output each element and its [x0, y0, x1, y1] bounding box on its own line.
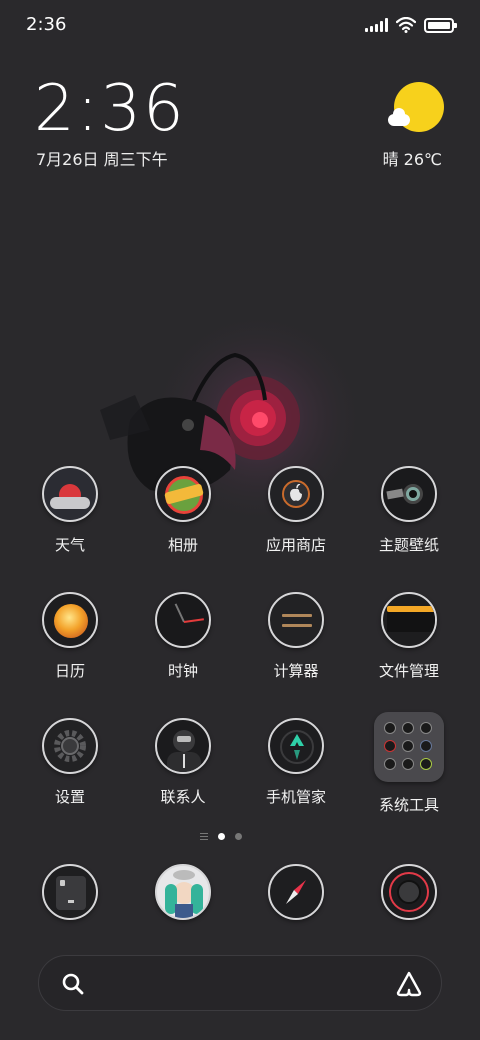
page-indicator[interactable]: [200, 830, 280, 842]
wifi-icon: [396, 17, 416, 33]
app-label: 时钟: [167, 662, 198, 680]
browser-compass-icon: [268, 864, 324, 920]
folder-system-tools[interactable]: 系统工具: [349, 712, 469, 815]
gallery-icon: [155, 466, 211, 522]
app-settings[interactable]: 设置: [10, 718, 130, 807]
app-label: 日历: [54, 662, 85, 680]
status-icons: [365, 15, 457, 35]
status-time: 2:36: [26, 14, 67, 35]
dock-phone[interactable]: [10, 864, 130, 920]
app-label: 系统工具: [378, 796, 439, 814]
sun-with-cloud-icon[interactable]: [388, 82, 446, 138]
file-manager-icon: [381, 592, 437, 648]
app-label: 计算器: [273, 662, 319, 680]
dock-browser[interactable]: [236, 864, 356, 920]
calculator-icon: [268, 592, 324, 648]
search-icon[interactable]: [61, 972, 85, 996]
status-bar: 2:36: [0, 0, 480, 50]
messages-icon: [155, 864, 211, 920]
app-file-manager[interactable]: 文件管理: [349, 592, 469, 681]
app-themes[interactable]: 主题壁纸: [349, 466, 469, 555]
page-indicator-dot-active: [218, 832, 225, 840]
assistant-icon[interactable]: [395, 970, 423, 998]
app-label: 天气: [54, 536, 85, 554]
phone-icon: [42, 864, 98, 920]
camera-icon: [381, 864, 437, 920]
clock-widget-time[interactable]: 2:36: [34, 72, 186, 146]
security-icon: [268, 718, 324, 774]
app-store-icon: [268, 466, 324, 522]
page-indicator-dot: [235, 832, 242, 840]
app-calculator[interactable]: 计算器: [236, 592, 356, 681]
app-contacts[interactable]: 联系人: [123, 718, 243, 807]
clock-icon: [155, 592, 211, 648]
app-label: 应用商店: [265, 536, 326, 554]
app-gallery[interactable]: 相册: [123, 466, 243, 555]
app-clock[interactable]: 时钟: [123, 592, 243, 681]
app-weather[interactable]: 天气: [10, 466, 130, 555]
page-indicator-lines-icon: [200, 832, 208, 840]
settings-icon: [42, 718, 98, 774]
weather-icon: [42, 466, 98, 522]
contacts-icon: [155, 718, 211, 774]
app-label: 相册: [167, 536, 198, 554]
system-tools-folder-icon: [374, 712, 444, 782]
battery-icon: [424, 17, 457, 33]
app-app-store[interactable]: 应用商店: [236, 466, 356, 555]
app-label: 联系人: [160, 788, 206, 806]
clock-widget-date[interactable]: 7月26日 周三下午: [36, 146, 168, 170]
app-label: 主题壁纸: [378, 536, 439, 554]
app-security[interactable]: 手机管家: [236, 718, 356, 807]
calendar-icon: [42, 592, 98, 648]
app-label: 手机管家: [265, 788, 326, 806]
dock-messages[interactable]: [123, 864, 243, 920]
themes-icon: [381, 466, 437, 522]
signal-icon: [365, 18, 388, 32]
dock-camera[interactable]: [349, 864, 469, 920]
weather-widget-text[interactable]: 晴 26℃: [383, 146, 442, 170]
app-label: 文件管理: [378, 662, 439, 680]
search-bar[interactable]: [38, 955, 442, 1011]
app-calendar[interactable]: 日历: [10, 592, 130, 681]
app-label: 设置: [54, 788, 85, 806]
